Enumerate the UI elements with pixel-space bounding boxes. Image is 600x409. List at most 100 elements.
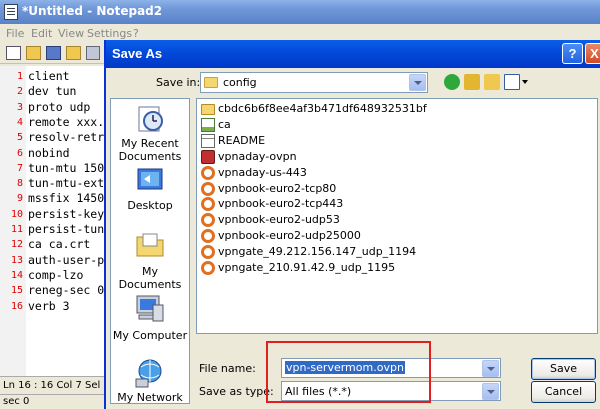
chevron-down-icon[interactable] [409, 74, 426, 91]
openvpn-icon [201, 181, 215, 196]
undo-icon[interactable] [86, 46, 100, 60]
openvpn-icon [201, 245, 215, 260]
recent-documents-icon [133, 103, 167, 135]
save-as-type-label: Save as type: [199, 385, 274, 398]
line-number: 2 [16, 86, 23, 98]
file-name: vpnbook-euro2-tcp80 [218, 181, 337, 195]
place-label: My Documents [118, 265, 182, 291]
browse-icon[interactable] [66, 46, 81, 60]
save-icon[interactable] [46, 46, 61, 60]
status-extra: sec 0 [3, 396, 30, 407]
file-name: vpnaday-ovpn [218, 149, 297, 163]
menu-view[interactable]: View [58, 27, 84, 40]
file-name: vpnbook-euro2-tcp443 [218, 197, 344, 211]
save-in-value: config [223, 76, 257, 89]
my-documents-icon [133, 229, 167, 261]
menu-help[interactable]: ? [133, 27, 139, 40]
line-number: 7 [16, 162, 23, 174]
code-line: dev tun [28, 84, 77, 99]
openvpn-icon [201, 229, 215, 244]
annotation-highlight-box [266, 341, 431, 403]
menu-edit[interactable]: Edit [31, 27, 52, 40]
line-number: 9 [16, 193, 23, 205]
code-line: tun-mtu 150 [28, 160, 105, 175]
file-name-label: File name: [199, 362, 256, 375]
cancel-button[interactable]: Cancel [531, 381, 596, 403]
new-file-icon[interactable] [6, 46, 21, 60]
line-number: 11 [10, 224, 23, 235]
line-number: 16 [10, 300, 23, 312]
code-line: verb 3 [28, 298, 70, 313]
code-line: proto udp [28, 99, 91, 114]
line-number: 15 [10, 285, 23, 297]
code-line: client [28, 69, 70, 83]
line-number: 6 [16, 147, 23, 159]
line-number: 3 [16, 101, 23, 113]
code-line: persist-key [28, 206, 105, 221]
code-line: resolv-retr [28, 130, 105, 145]
folder-icon [204, 77, 218, 88]
back-arrow-icon[interactable] [444, 74, 460, 90]
notepad-icon [4, 4, 18, 20]
file-name: README [218, 133, 266, 147]
folder-icon [201, 104, 215, 115]
up-folder-icon[interactable] [464, 74, 480, 90]
place-label: My Computer [112, 329, 188, 342]
notepad2-titlebar: *Untitled - Notepad2 [0, 0, 600, 24]
my-computer-icon [133, 293, 167, 325]
code-line: tun-mtu-ext [28, 176, 105, 191]
dialog-titlebar: Save As ? X [106, 40, 600, 68]
dialog-title: Save As [112, 46, 163, 61]
line-number: 12 [10, 239, 23, 251]
chevron-down-icon[interactable] [482, 360, 499, 377]
openvpn-icon [201, 213, 215, 228]
openvpn-icon [201, 165, 215, 180]
my-network-icon [133, 357, 167, 389]
menu-settings[interactable]: Settings [87, 27, 132, 40]
code-line: persist-tun [28, 222, 105, 236]
place-label: Desktop [127, 199, 173, 212]
file-name: vpnbook-euro2-udp53 [218, 213, 340, 227]
code-line: remote xxx. [28, 114, 105, 129]
status-bar: Ln 16 : 16 Col 7 Sel 0 [0, 376, 110, 394]
code-line: ca ca.crt [28, 237, 91, 252]
place-label: My Network [117, 391, 183, 404]
openvpn-icon [201, 197, 215, 212]
open-folder-icon[interactable] [26, 46, 41, 60]
openvpn-icon [201, 261, 215, 275]
view-dropdown-icon[interactable] [522, 80, 528, 84]
menu-file[interactable]: File [6, 27, 24, 40]
code-line: mssfix 1450 [28, 191, 105, 206]
editor-text-area[interactable]: client dev tun proto udp remote xxx. resolv-… [26, 66, 106, 376]
line-number: 1 [16, 71, 23, 82]
file-name: vpngate_49.212.156.147_udp_1194 [218, 245, 417, 259]
place-label: My Recent Documents [118, 137, 182, 163]
chevron-down-icon[interactable] [482, 383, 499, 400]
help-button[interactable]: ? [562, 43, 583, 64]
view-menu-icon[interactable] [504, 74, 520, 90]
file-name: vpnaday-us-443 [218, 165, 307, 179]
places-bar: My Recent Documents Desktop My Documents… [110, 98, 190, 404]
save-in-dropdown[interactable]: config [200, 72, 428, 93]
line-number: 8 [16, 178, 23, 190]
save-button[interactable]: Save [531, 358, 596, 380]
save-in-label: Save in: [156, 76, 201, 89]
code-line: reneg-sec 0 [28, 283, 105, 298]
line-number: 4 [16, 116, 23, 128]
file-name: vpngate_210.91.42.9_udp_1195 [218, 261, 396, 274]
file-list[interactable]: cbdc6b6f8ee4af3b471df648932531bf ca README… [196, 98, 598, 334]
line-number: 13 [10, 254, 23, 266]
code-line: nobind [28, 145, 70, 160]
line-number: 14 [10, 269, 23, 281]
close-button[interactable]: X [585, 43, 600, 64]
file-name: vpnbook-euro2-udp25000 [218, 229, 361, 243]
desktop-icon [133, 165, 167, 197]
new-folder-icon[interactable] [484, 74, 500, 90]
code-line: comp-lzo [28, 267, 84, 282]
code-line: auth-user-p [28, 252, 105, 267]
certificate-icon [201, 117, 215, 132]
cursor-position: Ln 16 : 16 Col 7 Sel 0 [3, 380, 110, 391]
notepad2-title: *Untitled - Notepad2 [22, 4, 163, 18]
file-name: cbdc6b6f8ee4af3b471df648932531bf [218, 102, 427, 115]
status-bar-lower: sec 0 [0, 394, 106, 409]
